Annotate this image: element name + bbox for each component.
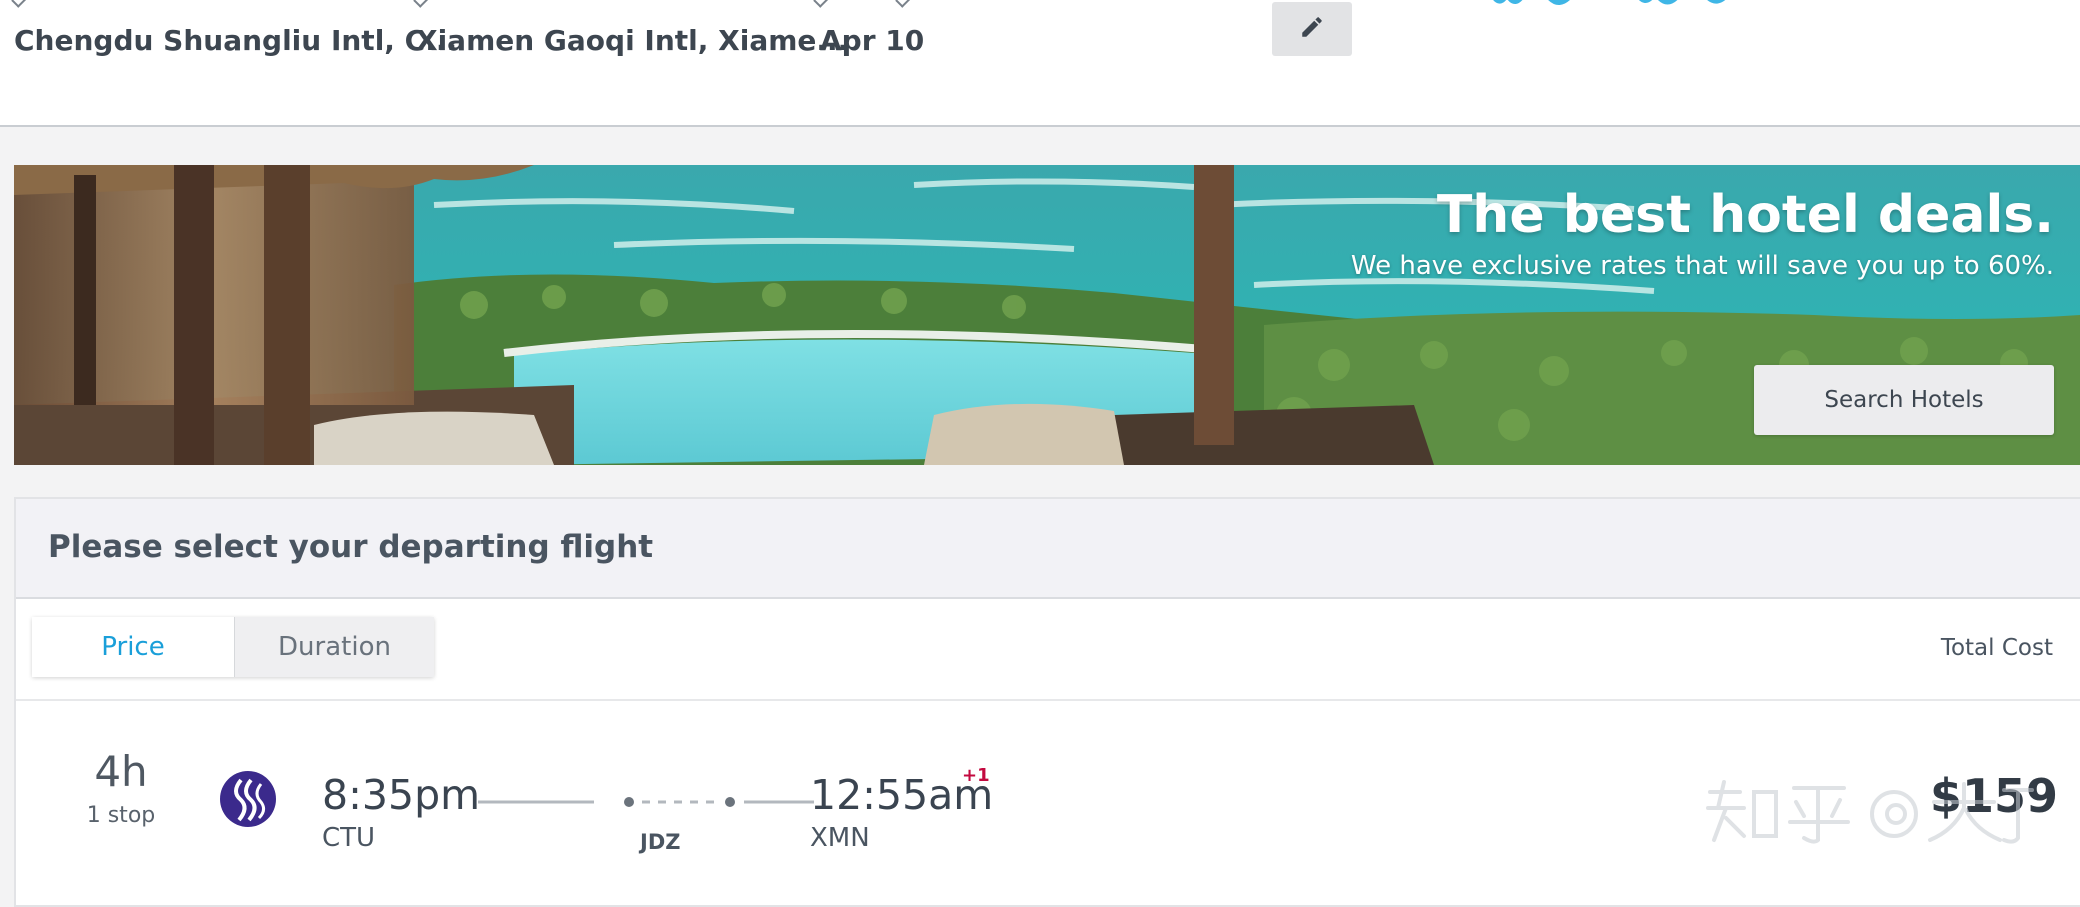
- duration-block: 4h 1 stop: [56, 747, 186, 829]
- destination-field[interactable]: Xiamen Gaoqi Intl, Xiame...: [416, 24, 848, 57]
- tab-price[interactable]: Price: [32, 617, 234, 677]
- search-summary-bar: Chengdu Shuangliu Intl, C... Xiamen Gaoq…: [0, 0, 2080, 127]
- arrival-airport-code: XMN: [810, 823, 870, 853]
- layover-airport-code: JDZ: [640, 830, 681, 854]
- next-day-badge: +1: [962, 765, 990, 786]
- stops-count: 1 stop: [86, 803, 156, 828]
- results-header: Please select your departing flight: [16, 499, 2080, 599]
- field-marker-icon: [11, 0, 27, 8]
- sort-bar: Price Duration Total Cost: [16, 599, 2080, 701]
- hotel-deals-banner: The best hotel deals. We have exclusive …: [14, 165, 2080, 465]
- field-marker-icon: [813, 0, 829, 8]
- departure-airport-code: CTU: [322, 823, 376, 853]
- field-marker-icon: [413, 0, 429, 8]
- banner-subtitle: We have exclusive rates that will save y…: [1350, 251, 2054, 281]
- page-title: Please select your departing flight: [48, 529, 654, 565]
- banner-title: The best hotel deals.: [1436, 185, 2054, 245]
- edit-search-button[interactable]: [1272, 2, 1352, 56]
- total-cost-label: Total Cost: [1940, 635, 2053, 661]
- tab-duration[interactable]: Duration: [234, 617, 434, 677]
- departure-time: 8:35pm: [322, 771, 481, 819]
- search-hotels-button[interactable]: Search Hotels: [1754, 365, 2054, 435]
- pencil-icon: [1299, 14, 1325, 44]
- watermark-logo-icon: [1704, 778, 2034, 852]
- site-logo-icon: [1485, 0, 1745, 18]
- date-field[interactable]: Apr 10: [820, 24, 924, 57]
- field-marker-icon: [895, 0, 911, 8]
- sort-tabs: Price Duration: [32, 617, 434, 677]
- origin-field[interactable]: Chengdu Shuangliu Intl, C...: [14, 24, 457, 57]
- route-line-icon: [478, 793, 818, 812]
- duration-value: 4h: [94, 747, 148, 796]
- airline-logo-icon: [219, 770, 277, 832]
